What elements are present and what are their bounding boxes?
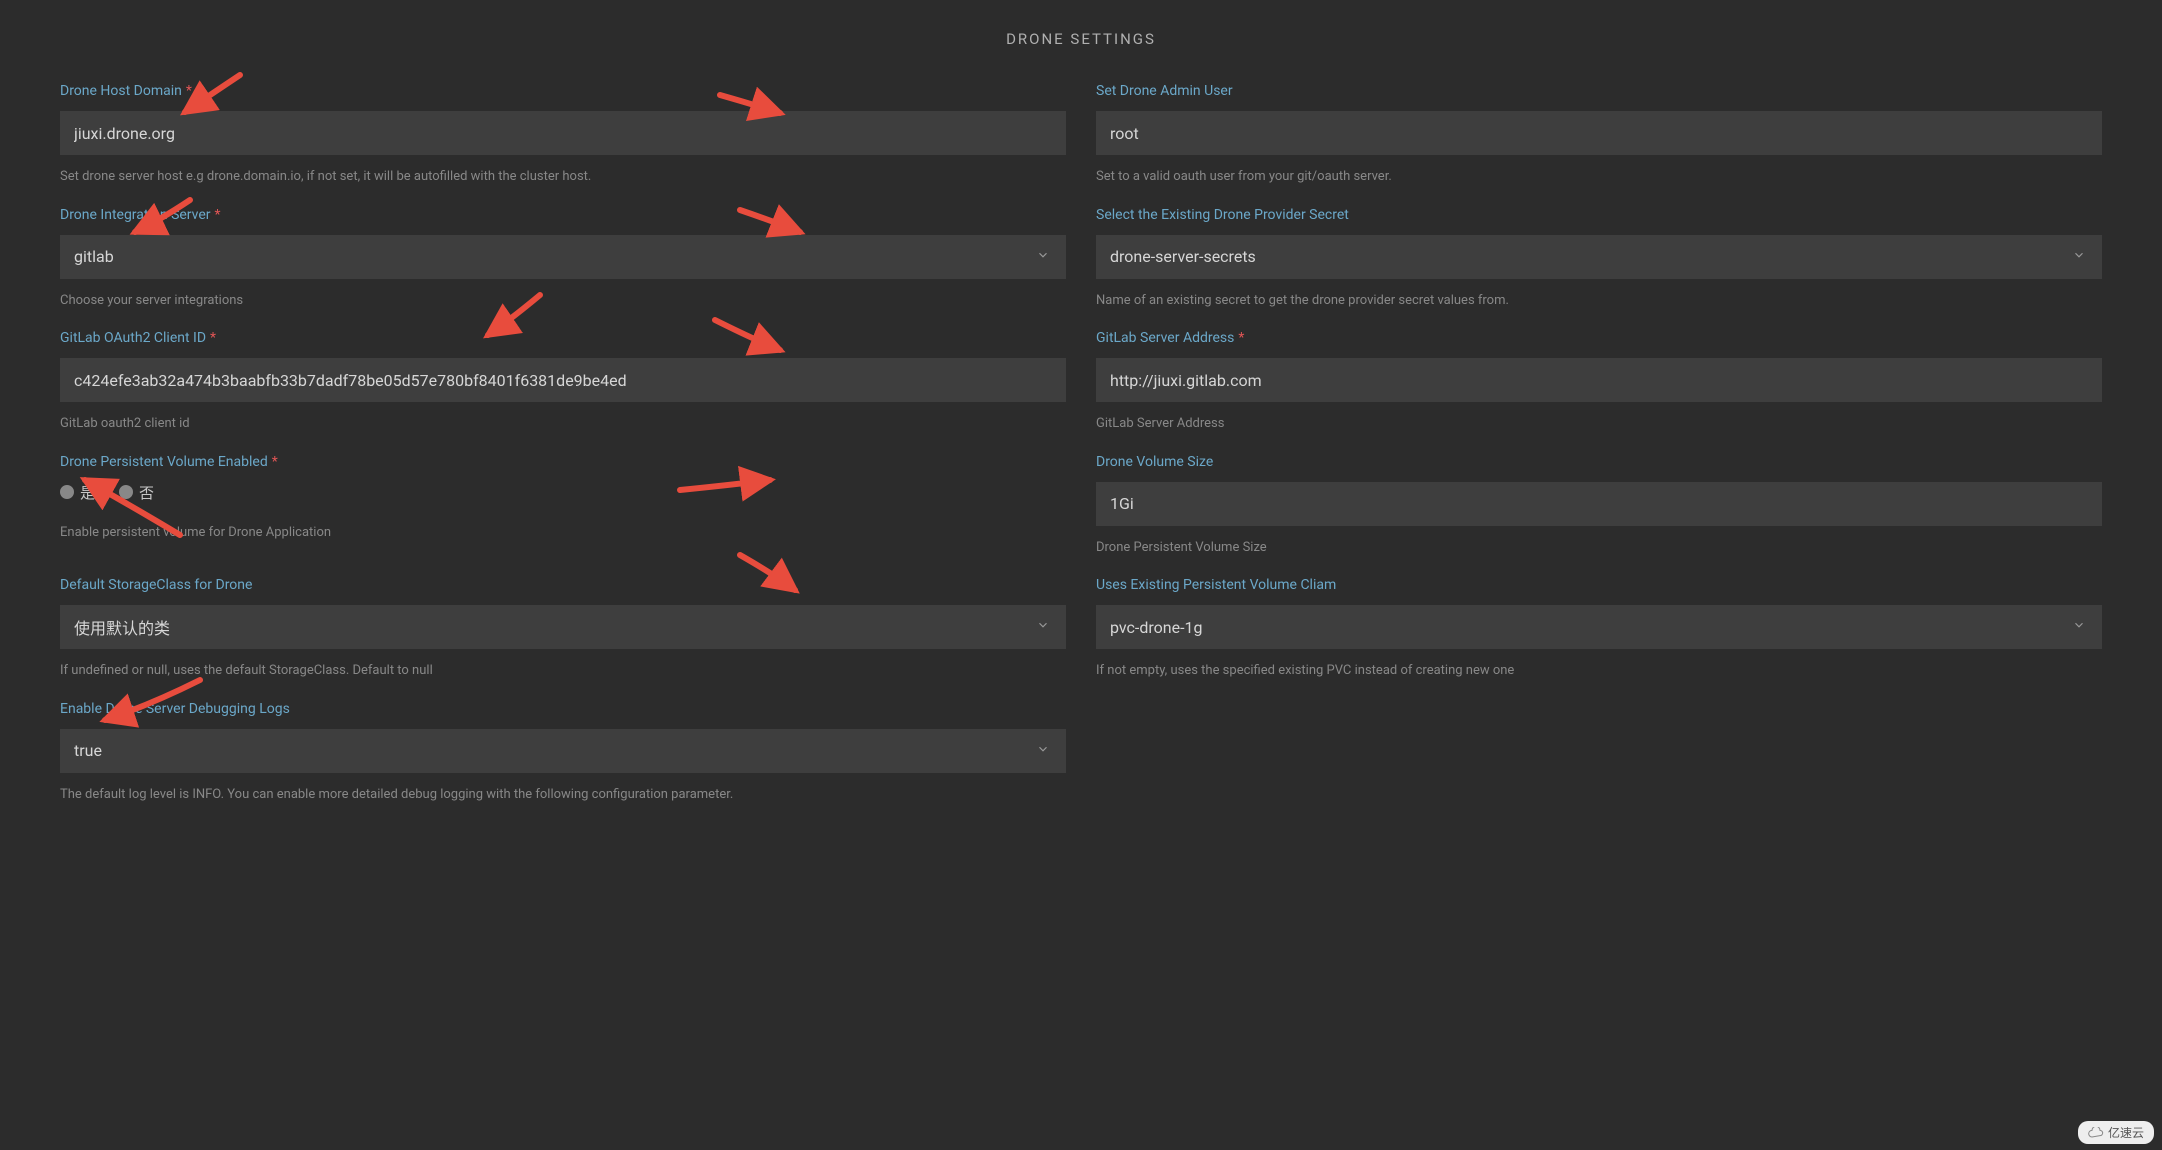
radio-yes[interactable]: 是: [60, 482, 95, 503]
input-volume-size[interactable]: [1096, 482, 2102, 526]
radio-dot-icon: [119, 485, 133, 499]
input-oauth-client-id[interactable]: [60, 358, 1066, 402]
radio-label-yes: 是: [80, 482, 95, 503]
input-host-domain[interactable]: [60, 111, 1066, 155]
radio-dot-icon: [60, 485, 74, 499]
label-admin-user: Set Drone Admin User: [1096, 83, 2102, 99]
field-volume-size: Drone Volume Size Drone Persistent Volum…: [1096, 454, 2102, 558]
label-debug-logs: Enable Drone Server Debugging Logs: [60, 701, 1066, 717]
cloud-icon: [2088, 1127, 2104, 1139]
field-provider-secret: Select the Existing Drone Provider Secre…: [1096, 207, 2102, 311]
select-pvc[interactable]: [1096, 605, 2102, 649]
input-server-address[interactable]: [1096, 358, 2102, 402]
watermark-text: 亿速云: [2108, 1124, 2144, 1141]
select-integration-server[interactable]: [60, 235, 1066, 279]
help-pv-enabled: Enable persistent volume for Drone Appli…: [60, 523, 1066, 543]
help-provider-secret: Name of an existing secret to get the dr…: [1096, 291, 2102, 311]
section-title: DRONE SETTINGS: [60, 30, 2102, 48]
label-server-address: GitLab Server Address*: [1096, 330, 2102, 346]
help-host-domain: Set drone server host e.g drone.domain.i…: [60, 167, 1066, 187]
required-marker: *: [210, 330, 216, 346]
field-pvc: Uses Existing Persistent Volume Cliam If…: [1096, 577, 2102, 681]
label-text: Drone Host Domain: [60, 83, 182, 99]
field-host-domain: Drone Host Domain* Set drone server host…: [60, 83, 1066, 187]
radio-no[interactable]: 否: [119, 482, 154, 503]
label-pvc: Uses Existing Persistent Volume Cliam: [1096, 577, 2102, 593]
settings-form: DRONE SETTINGS Drone Host Domain* Set dr…: [0, 0, 2162, 834]
help-volume-size: Drone Persistent Volume Size: [1096, 538, 2102, 558]
field-pv-enabled: Drone Persistent Volume Enabled* 是 否 Ena…: [60, 454, 1066, 558]
watermark: 亿速云: [2078, 1121, 2154, 1144]
field-integration-server: Drone Integration Server* Choose your se…: [60, 207, 1066, 311]
input-admin-user[interactable]: [1096, 111, 2102, 155]
select-storage-class[interactable]: [60, 605, 1066, 649]
field-storage-class: Default StorageClass for Drone If undefi…: [60, 577, 1066, 681]
select-provider-secret[interactable]: [1096, 235, 2102, 279]
radio-group-pv-enabled: 是 否: [60, 482, 1066, 503]
label-provider-secret: Select the Existing Drone Provider Secre…: [1096, 207, 2102, 223]
select-debug-logs[interactable]: [60, 729, 1066, 773]
required-marker: *: [272, 454, 278, 470]
label-storage-class: Default StorageClass for Drone: [60, 577, 1066, 593]
field-server-address: GitLab Server Address* GitLab Server Add…: [1096, 330, 2102, 434]
label-pv-enabled: Drone Persistent Volume Enabled*: [60, 454, 1066, 470]
required-marker: *: [1238, 330, 1244, 346]
required-marker: *: [186, 83, 192, 99]
help-debug-logs: The default log level is INFO. You can e…: [60, 785, 1066, 805]
label-text: GitLab Server Address: [1096, 330, 1234, 346]
required-marker: *: [215, 207, 221, 223]
label-text: Drone Persistent Volume Enabled: [60, 454, 268, 470]
field-oauth-client-id: GitLab OAuth2 Client ID* GitLab oauth2 c…: [60, 330, 1066, 434]
label-volume-size: Drone Volume Size: [1096, 454, 2102, 470]
help-integration-server: Choose your server integrations: [60, 291, 1066, 311]
label-text: Drone Integration Server: [60, 207, 211, 223]
help-storage-class: If undefined or null, uses the default S…: [60, 661, 1066, 681]
label-integration-server: Drone Integration Server*: [60, 207, 1066, 223]
help-oauth-client-id: GitLab oauth2 client id: [60, 414, 1066, 434]
empty-cell: [1096, 701, 2102, 805]
help-server-address: GitLab Server Address: [1096, 414, 2102, 434]
field-debug-logs: Enable Drone Server Debugging Logs The d…: [60, 701, 1066, 805]
help-admin-user: Set to a valid oauth user from your git/…: [1096, 167, 2102, 187]
label-host-domain: Drone Host Domain*: [60, 83, 1066, 99]
help-pvc: If not empty, uses the specified existin…: [1096, 661, 2102, 681]
radio-label-no: 否: [139, 482, 154, 503]
label-oauth-client-id: GitLab OAuth2 Client ID*: [60, 330, 1066, 346]
label-text: GitLab OAuth2 Client ID: [60, 330, 206, 346]
field-admin-user: Set Drone Admin User Set to a valid oaut…: [1096, 83, 2102, 187]
